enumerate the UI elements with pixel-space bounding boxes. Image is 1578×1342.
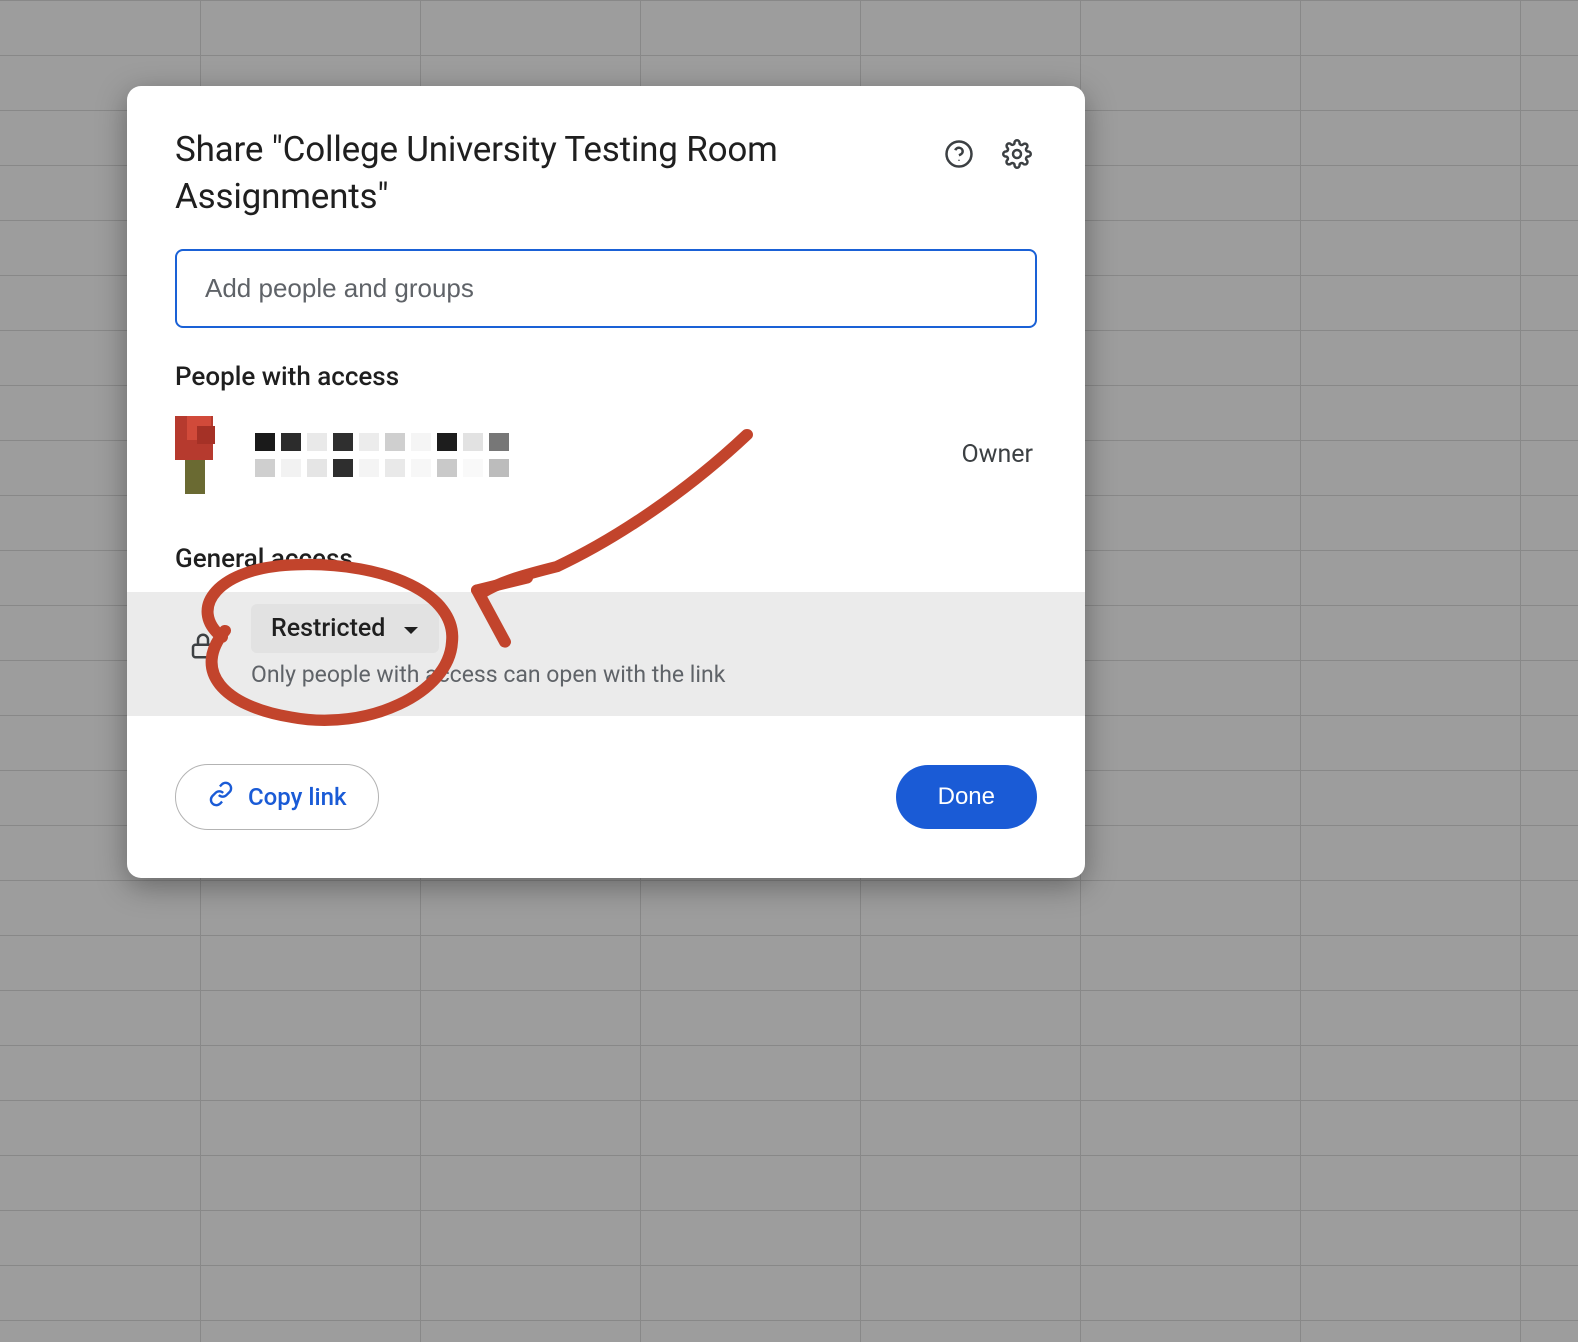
person-identity — [255, 433, 941, 477]
chevron-down-icon — [403, 614, 419, 643]
general-access-row: Restricted Only people with access can o… — [127, 592, 1085, 716]
dialog-header: Share "College University Testing Room A… — [175, 126, 1037, 221]
avatar — [175, 416, 235, 494]
share-dialog: Share "College University Testing Room A… — [127, 86, 1085, 878]
dialog-title: Share "College University Testing Room A… — [175, 126, 915, 221]
add-people-field-wrap[interactable] — [175, 249, 1037, 328]
header-actions — [939, 126, 1037, 174]
link-icon — [208, 781, 234, 813]
person-row: Owner — [175, 410, 1037, 504]
person-name-redacted — [255, 433, 941, 451]
add-people-input[interactable] — [205, 273, 1007, 304]
dialog-footer: Copy link Done — [175, 764, 1037, 830]
gear-icon[interactable] — [997, 134, 1037, 174]
access-level-dropdown[interactable]: Restricted — [251, 604, 439, 653]
help-icon[interactable] — [939, 134, 979, 174]
copy-link-label: Copy link — [248, 783, 346, 811]
access-level-description: Only people with access can open with th… — [251, 661, 1037, 688]
person-email-redacted — [255, 459, 941, 477]
access-level-value: Restricted — [271, 614, 385, 643]
done-button[interactable]: Done — [896, 765, 1037, 829]
person-role: Owner — [961, 440, 1037, 469]
people-with-access-heading: People with access — [175, 362, 1037, 392]
general-access-heading: General access — [175, 544, 1037, 574]
copy-link-button[interactable]: Copy link — [175, 764, 379, 830]
lock-icon — [175, 618, 231, 674]
